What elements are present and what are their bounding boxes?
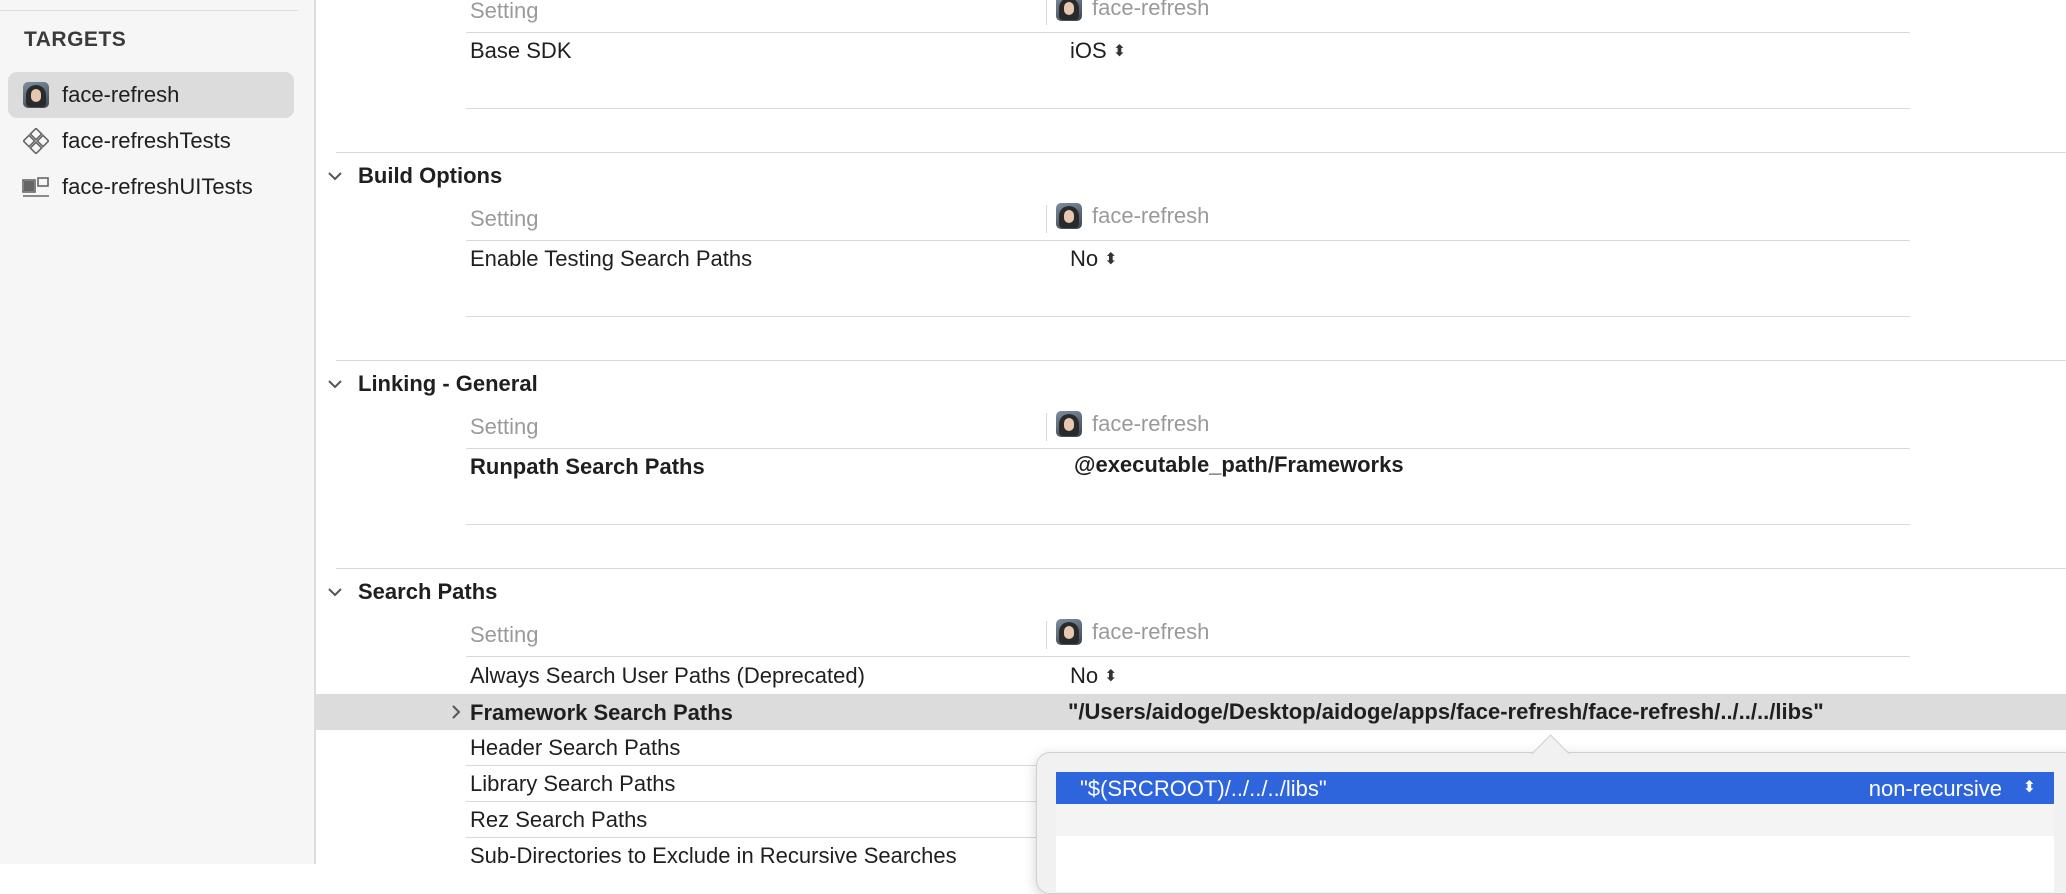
unit-tests-icon xyxy=(22,127,50,155)
search-path-value[interactable]: "$(SRCROOT)/../../../libs" xyxy=(1080,776,1327,802)
row-divider xyxy=(466,240,1910,241)
app-avatar-icon xyxy=(1056,0,1082,21)
setting-column-header: Setting xyxy=(470,206,539,231)
sidebar-item-label: face-refreshUITests xyxy=(62,174,253,199)
setting-row-base-sdk[interactable]: Base SDK iOS ⬍ xyxy=(466,34,1910,68)
app-avatar-icon xyxy=(1056,203,1082,229)
targets-sidebar: TARGETS face-refresh face-refreshTests f… xyxy=(0,0,316,864)
setting-column-header: Setting xyxy=(470,622,539,647)
column-divider xyxy=(1046,621,1047,649)
search-paths-popover[interactable]: "$(SRCROOT)/../../../libs" non-recursive… xyxy=(1036,734,2066,894)
sidebar-divider xyxy=(0,10,298,11)
setting-row-always-search-user-paths[interactable]: Always Search User Paths (Deprecated) No… xyxy=(466,659,1910,693)
section-title: Build Options xyxy=(358,163,503,188)
section-title: Linking - General xyxy=(358,371,538,396)
app-avatar-icon xyxy=(22,81,50,109)
column-header-row: Setting face-refresh xyxy=(466,0,1910,28)
target-column-header: face-refresh xyxy=(1056,619,1209,645)
target-column-label: face-refresh xyxy=(1092,619,1210,644)
row-divider xyxy=(466,108,1910,109)
setting-value[interactable]: "/Users/aidoge/Desktop/aidoge/apps/face-… xyxy=(1068,699,1824,725)
setting-name: Rez Search Paths xyxy=(470,807,648,832)
target-column-header: face-refresh xyxy=(1056,0,1209,21)
column-header-row: Setting face-refresh xyxy=(466,618,1910,652)
target-column-label: face-refresh xyxy=(1092,203,1210,228)
ui-tests-icon xyxy=(22,173,50,201)
sidebar-item-face-refresh-tests[interactable]: face-refreshTests xyxy=(8,118,294,164)
row-divider xyxy=(466,32,1910,33)
sidebar-item-face-refresh[interactable]: face-refresh xyxy=(8,72,294,118)
sidebar-item-label: face-refresh xyxy=(62,82,180,107)
setting-name: Framework Search Paths xyxy=(470,700,733,725)
setting-name: Base SDK xyxy=(470,38,572,63)
column-header-row: Setting face-refresh xyxy=(466,202,1910,236)
list-item-empty[interactable] xyxy=(1056,804,2054,836)
column-divider xyxy=(1046,413,1047,441)
setting-value: No xyxy=(1070,246,1099,271)
section-header-build-options[interactable]: Build Options xyxy=(322,156,502,196)
build-settings-editor: Setting face-refresh Base SDK iOS ⬍ Buil… xyxy=(316,0,2066,868)
row-divider xyxy=(466,448,1910,449)
app-avatar-icon xyxy=(1056,411,1082,437)
section-divider xyxy=(336,152,2066,153)
column-divider xyxy=(1046,0,1047,25)
search-paths-list[interactable]: "$(SRCROOT)/../../../libs" non-recursive… xyxy=(1056,772,2054,892)
chevron-down-icon[interactable] xyxy=(322,371,348,397)
row-divider xyxy=(466,656,1910,657)
list-item-selected[interactable]: "$(SRCROOT)/../../../libs" non-recursive… xyxy=(1056,772,2054,804)
setting-row-runpath-search-paths[interactable]: Runpath Search Paths @executable_path/Fr… xyxy=(466,450,1910,484)
setting-value-popup[interactable]: No ⬍ xyxy=(1070,663,1118,689)
setting-name: Enable Testing Search Paths xyxy=(470,246,753,271)
sidebar-item-label: face-refreshTests xyxy=(62,128,231,153)
setting-name: Runpath Search Paths xyxy=(470,454,705,479)
setting-column-header: Setting xyxy=(470,414,539,439)
setting-name: Sub-Directories to Exclude in Recursive … xyxy=(470,843,957,868)
recursion-mode-popup[interactable]: non-recursive xyxy=(1869,776,2002,802)
setting-name: Header Search Paths xyxy=(470,735,681,760)
popup-stepper-icon: ⬍ xyxy=(1112,43,1127,60)
setting-value[interactable]: @executable_path/Frameworks xyxy=(1074,452,1404,478)
column-divider xyxy=(1046,205,1047,233)
section-title: Search Paths xyxy=(358,579,498,604)
target-column-label: face-refresh xyxy=(1092,411,1210,436)
setting-value-popup[interactable]: iOS ⬍ xyxy=(1070,38,1126,64)
setting-name: Always Search User Paths (Deprecated) xyxy=(470,663,865,688)
column-header-row: Setting face-refresh xyxy=(466,410,1910,444)
app-avatar-icon xyxy=(1056,619,1082,645)
section-header-linking-general[interactable]: Linking - General xyxy=(322,364,538,404)
targets-header: TARGETS xyxy=(24,28,127,51)
sidebar-item-face-refresh-ui-tests[interactable]: face-refreshUITests xyxy=(8,164,294,210)
target-column-header: face-refresh xyxy=(1056,411,1209,437)
chevron-down-icon[interactable] xyxy=(322,579,348,605)
setting-value: No xyxy=(1070,663,1099,688)
section-divider xyxy=(336,360,2066,361)
section-header-search-paths[interactable]: Search Paths xyxy=(322,572,497,612)
popup-stepper-icon: ⬍ xyxy=(1104,251,1118,268)
setting-name: Library Search Paths xyxy=(470,771,676,796)
row-divider xyxy=(466,524,1910,525)
setting-value: iOS xyxy=(1070,38,1107,63)
popup-stepper-icon: ⬍ xyxy=(1104,668,1118,685)
popup-stepper-icon[interactable]: ⬍ xyxy=(2023,777,2036,797)
setting-column-header: Setting xyxy=(470,0,539,23)
target-column-header: face-refresh xyxy=(1056,203,1209,229)
setting-value-popup[interactable]: No ⬍ xyxy=(1070,246,1118,272)
setting-row-framework-search-paths[interactable]: Framework Search Paths "/Users/aidoge/De… xyxy=(316,694,2066,730)
target-column-label: face-refresh xyxy=(1092,0,1210,20)
chevron-right-icon[interactable] xyxy=(446,698,466,726)
row-divider xyxy=(466,316,1910,317)
section-divider xyxy=(336,568,2066,569)
chevron-down-icon[interactable] xyxy=(322,163,348,189)
setting-row-enable-testing-search-paths[interactable]: Enable Testing Search Paths No ⬍ xyxy=(466,242,1910,276)
